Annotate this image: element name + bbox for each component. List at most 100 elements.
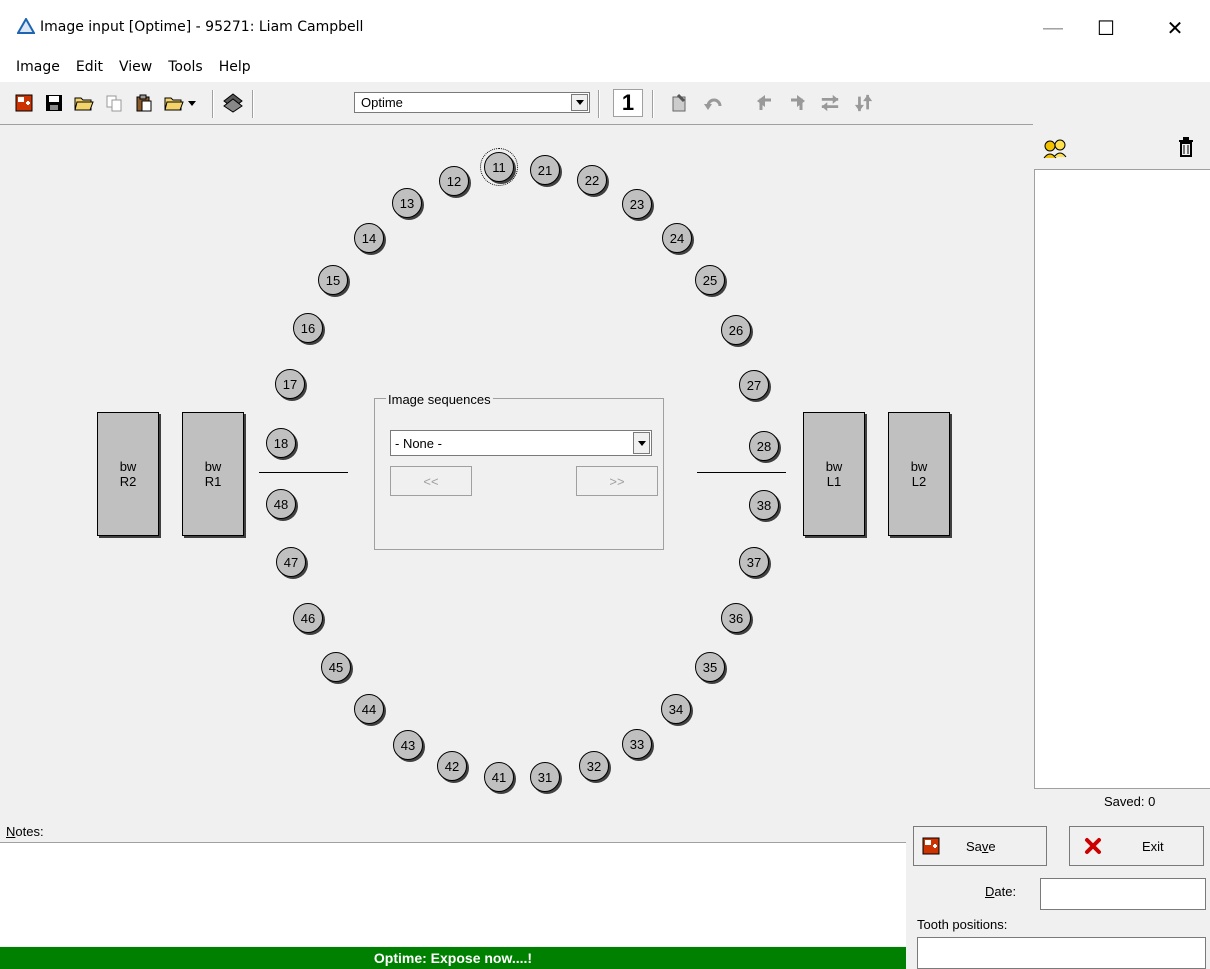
bitewing-l2[interactable]: bw L2	[888, 412, 950, 536]
notes-textarea[interactable]	[0, 842, 906, 946]
tooth-47[interactable]: 47	[276, 547, 306, 577]
date-label-mnemonic: D	[985, 884, 995, 899]
acquire-image-icon[interactable]	[670, 93, 690, 113]
app-logo-icon	[17, 18, 35, 34]
rotate-left-icon	[704, 93, 724, 113]
flip-vertical-icon	[854, 93, 874, 113]
save-label-b: e	[988, 838, 996, 854]
tooth-25[interactable]: 25	[695, 265, 725, 295]
close-button[interactable]: ✕	[1152, 8, 1198, 48]
tooth-37[interactable]: 37	[739, 547, 769, 577]
menu-tools[interactable]: Tools	[168, 56, 203, 82]
tooth-41[interactable]: 41	[484, 762, 514, 792]
tooth-positions-field[interactable]	[917, 937, 1206, 969]
previous-sequence-button[interactable]: <<	[390, 466, 472, 496]
tooth-positions-label: Tooth positions:	[917, 917, 1008, 932]
bitewing-side: L2	[911, 474, 927, 489]
tooth-38[interactable]: 38	[749, 490, 779, 520]
date-field[interactable]	[1040, 878, 1206, 910]
tooth-35[interactable]: 35	[695, 652, 725, 682]
save-label-a: Sa	[966, 838, 982, 854]
flip-horizontal-icon	[820, 93, 840, 113]
window-title: Image input [Optime] - 95271: Liam Campb…	[40, 19, 364, 35]
new-image-icon[interactable]	[14, 93, 34, 113]
tooth-14[interactable]: 14	[354, 223, 384, 253]
tooth-13[interactable]: 13	[392, 188, 422, 218]
import-folder-icon[interactable]	[164, 93, 184, 113]
bitewing-label: bw	[825, 459, 843, 474]
toolbar-separator	[652, 90, 654, 118]
tooth-17[interactable]: 17	[275, 369, 305, 399]
image-list-panel	[1034, 124, 1210, 816]
tooth-43[interactable]: 43	[393, 730, 423, 760]
tooth-21[interactable]: 21	[530, 155, 560, 185]
open-folder-icon[interactable]	[74, 93, 94, 113]
bitewing-side: L1	[826, 474, 842, 489]
toolbar-separator	[598, 90, 600, 118]
toolbar-separator	[212, 90, 214, 118]
image-list-header	[1034, 124, 1210, 170]
notes-label: Notes:	[6, 824, 44, 839]
scanner-icon[interactable]	[223, 93, 243, 113]
image-counter: 1	[613, 89, 643, 117]
saved-count: Saved: 0	[1104, 794, 1156, 809]
tooth-42[interactable]: 42	[437, 751, 467, 781]
tooth-34[interactable]: 34	[661, 694, 691, 724]
notes-label-text: otes:	[15, 824, 44, 839]
tooth-32[interactable]: 32	[579, 751, 609, 781]
tooth-18[interactable]: 18	[266, 428, 296, 458]
tooth-48[interactable]: 48	[266, 489, 296, 519]
exit-button[interactable]: Exit	[1069, 826, 1204, 866]
image-sequences-label: Image sequences	[386, 392, 493, 407]
save-disk-icon[interactable]	[44, 93, 64, 113]
next-sequence-button[interactable]: >>	[576, 466, 658, 496]
device-select[interactable]: Optime	[354, 92, 590, 113]
image-sequences-select[interactable]: - None -	[390, 430, 652, 456]
toolbar: Optime 1	[0, 84, 1210, 122]
menu-help[interactable]: Help	[219, 56, 251, 82]
copy-icon[interactable]	[104, 93, 124, 113]
chevron-down-icon[interactable]	[186, 93, 198, 113]
exit-button-label: Exit	[1142, 838, 1164, 854]
tooth-22[interactable]: 22	[577, 165, 607, 195]
chevron-down-icon[interactable]	[571, 94, 588, 111]
paste-icon[interactable]	[134, 93, 154, 113]
bitewing-r1[interactable]: bw R1	[182, 412, 244, 536]
tooth-33[interactable]: 33	[622, 729, 652, 759]
minimize-button[interactable]: —	[1030, 8, 1076, 48]
tooth-28[interactable]: 28	[749, 431, 779, 461]
bitewing-r2[interactable]: bw R2	[97, 412, 159, 536]
redo-icon	[786, 93, 806, 113]
tooth-36[interactable]: 36	[721, 603, 751, 633]
tooth-27[interactable]: 27	[739, 370, 769, 400]
patients-icon[interactable]	[1042, 139, 1068, 159]
menu-image[interactable]: Image	[16, 56, 60, 82]
tooth-24[interactable]: 24	[662, 223, 692, 253]
device-select-value: Optime	[361, 95, 403, 110]
tooth-11[interactable]: 11	[480, 148, 518, 186]
tooth-12[interactable]: 12	[439, 166, 469, 196]
notes-label-mnemonic: N	[6, 824, 16, 839]
save-button[interactable]: Save	[913, 826, 1047, 866]
tooth-23[interactable]: 23	[622, 189, 652, 219]
close-x-icon	[1085, 838, 1101, 854]
tooth-45[interactable]: 45	[321, 652, 351, 682]
save-image-icon	[922, 837, 940, 855]
bitewing-label: bw	[910, 459, 928, 474]
tooth-31[interactable]: 31	[530, 762, 560, 792]
trash-icon[interactable]	[1178, 137, 1194, 157]
menu-view[interactable]: View	[119, 56, 152, 82]
status-bar: Optime: Expose now....!	[0, 947, 906, 969]
chevron-down-icon[interactable]	[633, 432, 650, 454]
image-sequences-value: - None -	[395, 436, 442, 451]
tooth-16[interactable]: 16	[293, 313, 323, 343]
maximize-button[interactable]: ☐	[1083, 8, 1129, 48]
tooth-15[interactable]: 15	[318, 265, 348, 295]
bitewing-side: R2	[119, 474, 137, 489]
tooth-46[interactable]: 46	[293, 603, 323, 633]
bitewing-l1[interactable]: bw L1	[803, 412, 865, 536]
tooth-44[interactable]: 44	[354, 694, 384, 724]
menu-edit[interactable]: Edit	[76, 56, 103, 82]
tooth-26[interactable]: 26	[721, 315, 751, 345]
occlusal-line-left	[697, 472, 786, 473]
